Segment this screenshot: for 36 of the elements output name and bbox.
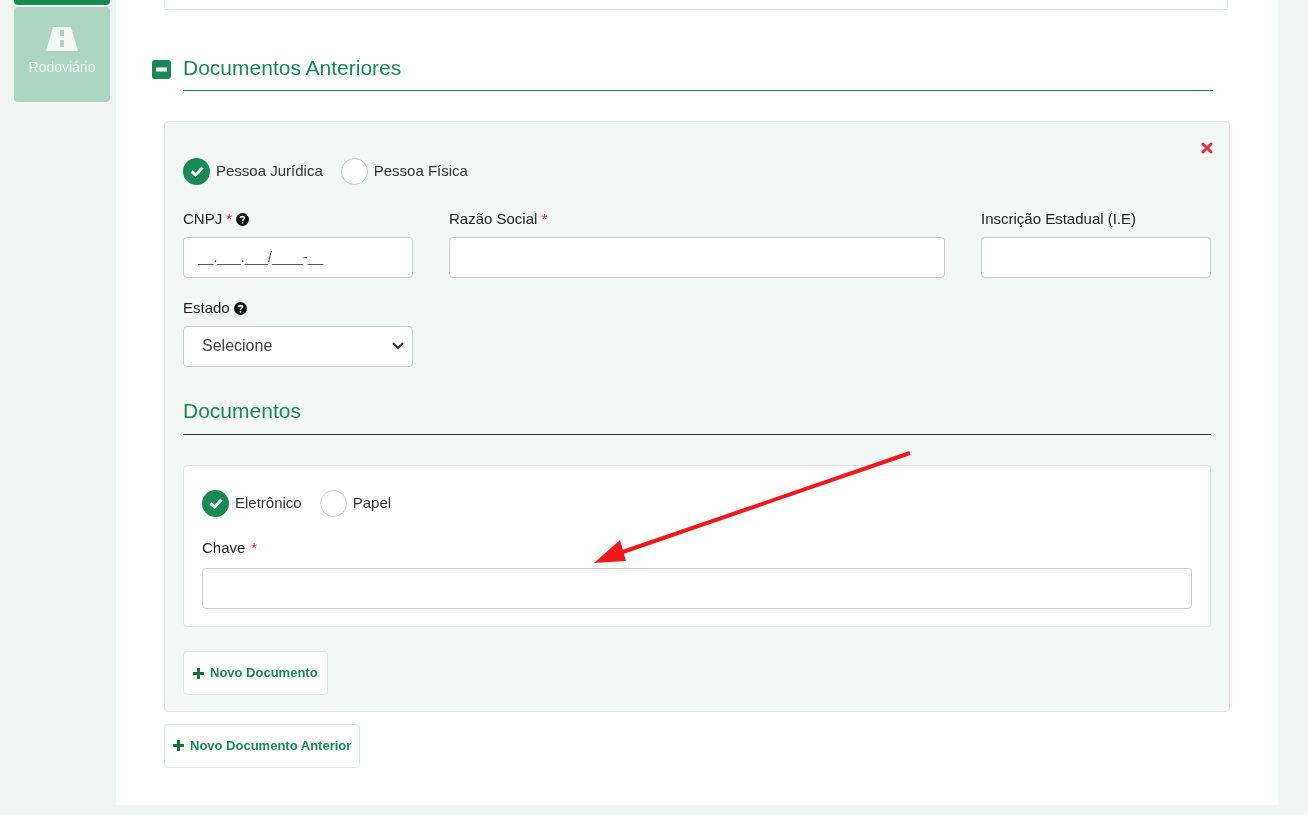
input-field[interactable]: [981, 236, 1211, 278]
state-select[interactable]: Selecione: [183, 325, 413, 367]
sidebar-tile[interactable]: [14, 0, 110, 5]
radio-label: Papel: [352, 493, 392, 514]
plus-icon: [173, 740, 184, 751]
radio-button[interactable]: [340, 157, 368, 185]
radio-button[interactable]: [183, 157, 210, 185]
new-document-button[interactable]: Novo Documento: [183, 651, 328, 695]
subsection-title: Documentos: [183, 394, 1211, 435]
input-field[interactable]: __.___.___/____-__: [183, 236, 413, 278]
chevron-down-icon: [392, 342, 404, 350]
field-label: Inscrição Estadual (I.E): [981, 209, 1137, 230]
key-field[interactable]: [202, 567, 1192, 609]
field-label: CNPJ: [183, 209, 223, 230]
help-icon[interactable]: [233, 302, 247, 315]
collapse-icon[interactable]: [152, 59, 171, 79]
close-icon[interactable]: [1201, 141, 1213, 154]
required-asterisk: *: [226, 209, 232, 230]
help-icon[interactable]: [236, 213, 249, 226]
checkmark-icon: [208, 498, 223, 509]
field-label: Chave: [202, 538, 246, 558]
plus-icon: [193, 667, 204, 679]
checkmark-icon: [189, 165, 204, 177]
required-asterisk: *: [541, 209, 548, 230]
radio-label: Eletrônico: [235, 493, 302, 514]
field-label: Estado: [183, 298, 230, 319]
input-field[interactable]: [449, 236, 945, 278]
radio-button[interactable]: [202, 490, 229, 517]
field-label: Razão Social: [449, 209, 538, 230]
radio-button[interactable]: [319, 490, 347, 517]
radio-label: Pessoa Jurídica: [216, 160, 323, 181]
new-previous-document-button[interactable]: Novo Documento Anterior: [164, 723, 361, 768]
required-asterisk: *: [251, 538, 258, 558]
road-icon: [46, 27, 78, 51]
section-title: Documentos Anteriores: [183, 48, 1213, 91]
radio-label: Pessoa Física: [373, 160, 468, 181]
